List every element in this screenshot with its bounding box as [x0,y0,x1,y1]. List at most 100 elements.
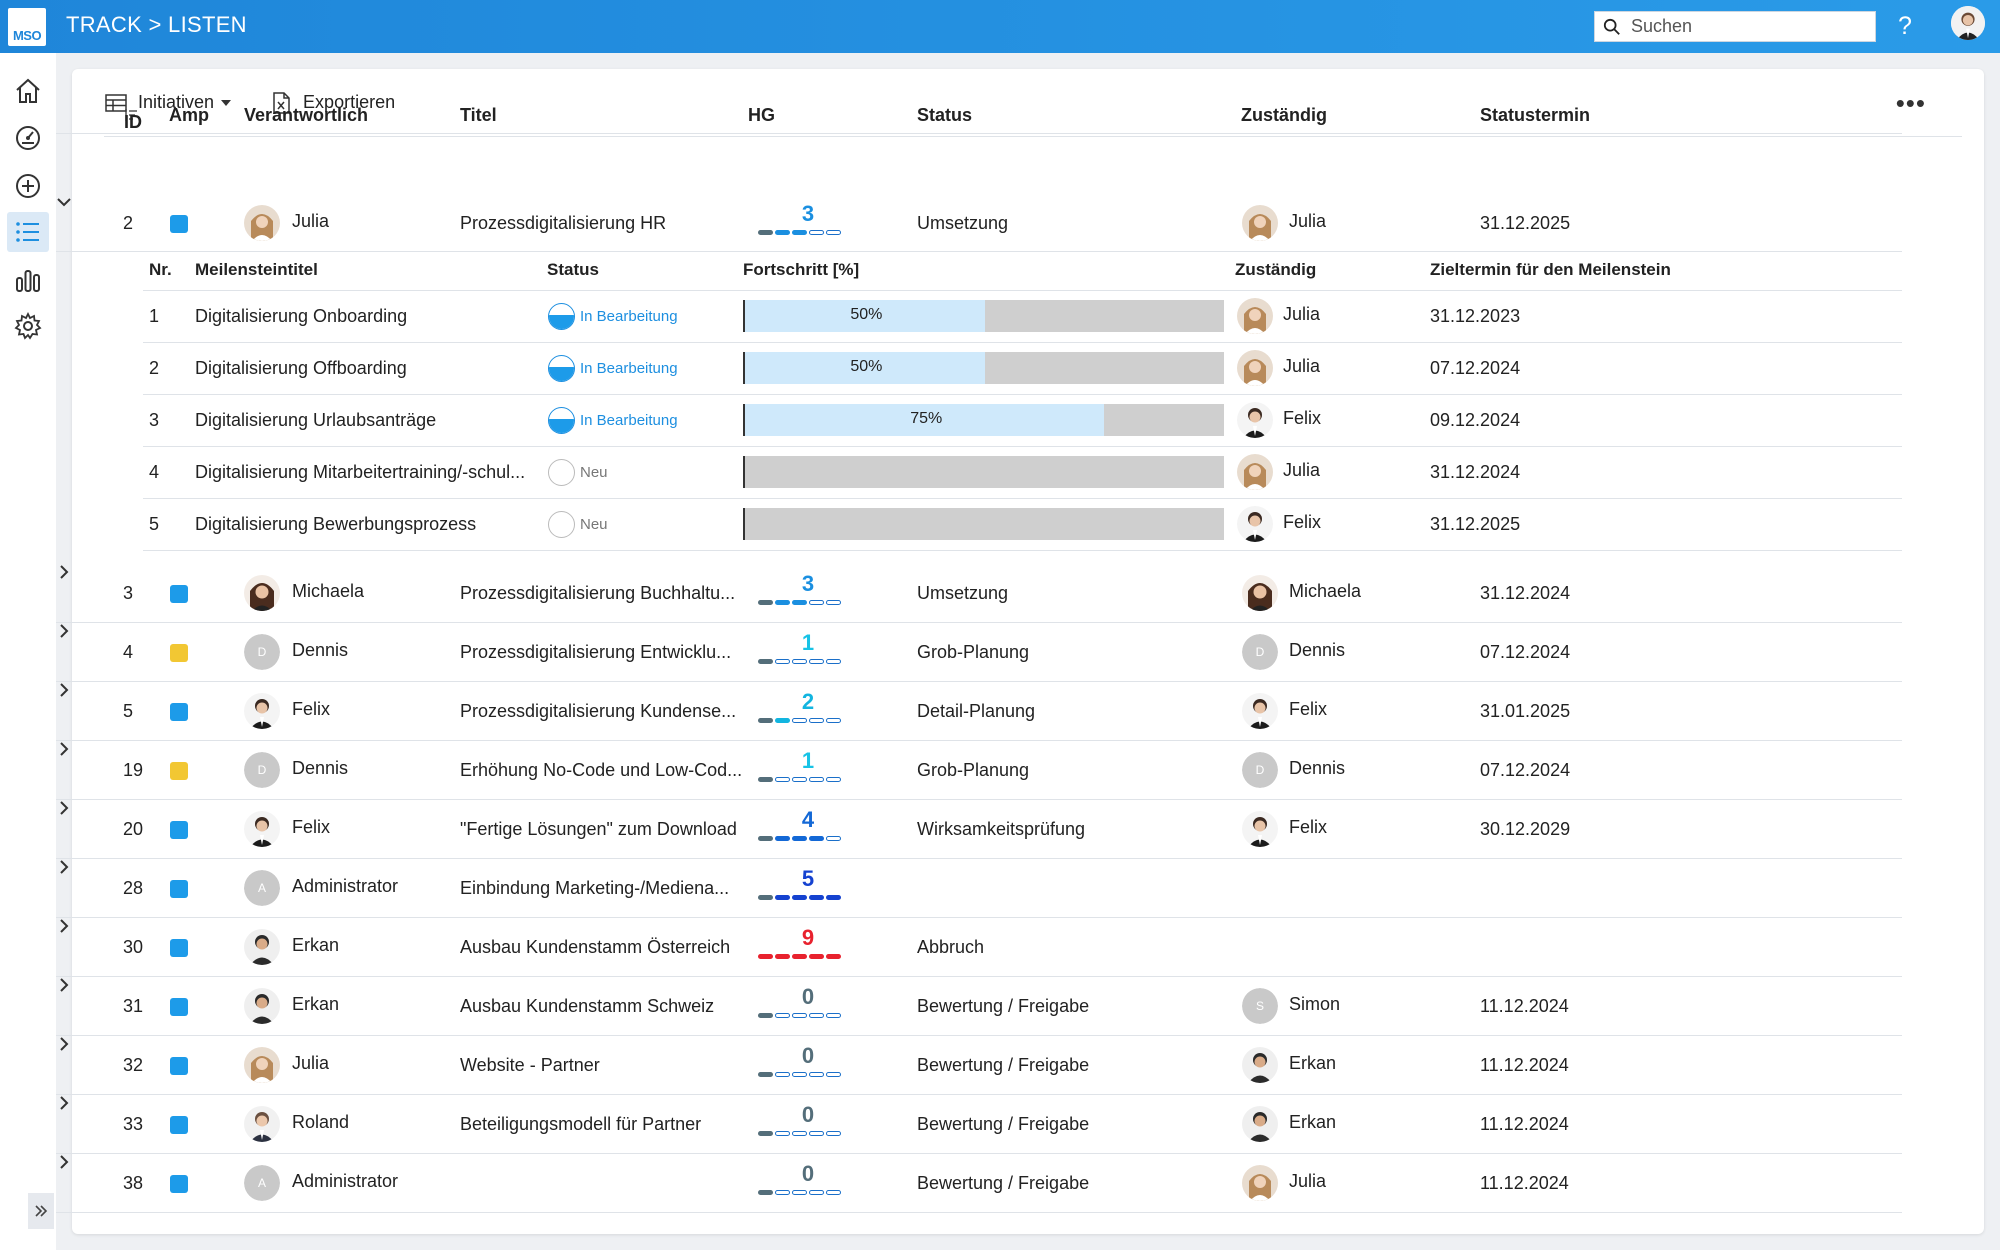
table-row[interactable]: 32 Julia Website - Partner 0 Bewertung / Fre… [56,1036,1902,1095]
col-id[interactable]: ID [124,105,142,132]
milestone-title[interactable]: Digitalisierung Urlaubsanträge [195,410,535,431]
initiative-title[interactable]: Einbindung Marketing-/Mediena... [460,878,750,899]
milestone-row[interactable]: 1 Digitalisierung Onboarding In Bearbeitun… [143,291,1902,343]
amp-indicator [170,585,188,603]
chevron-down-icon[interactable] [56,194,72,210]
chevron-right-icon[interactable] [56,800,72,816]
milestone-title[interactable]: Digitalisierung Onboarding [195,306,535,327]
hg-indicator: 1 [756,748,860,788]
chevron-right-icon[interactable] [56,1154,72,1170]
avatar [1242,575,1278,611]
search-input[interactable] [1631,16,1861,37]
double-chevron-right-icon [35,1205,48,1217]
col-resp[interactable]: Verantwortlich [244,105,368,126]
initiative-title[interactable]: Prozessdigitalisierung Entwicklu... [460,642,750,663]
milestone-date: 31.12.2023 [1430,306,1521,326]
progress-label: 75% [910,410,943,427]
col-zust[interactable]: Zuständig [1241,105,1327,126]
milestone-row[interactable]: 4 Digitalisierung Mitarbeitertraining/-sc… [143,447,1902,499]
initiative-title[interactable]: Ausbau Kundenstamm Schweiz [460,996,750,1017]
initiative-title[interactable]: Erhöhung No-Code und Low-Cod... [460,760,750,781]
row-id: 38 [123,1173,144,1193]
amp-indicator [170,939,188,957]
initiative-title[interactable]: Website - Partner [460,1055,750,1076]
search-box[interactable] [1594,11,1876,42]
hg-indicator: 2 [756,689,860,729]
chevron-right-icon[interactable] [56,623,72,639]
row-id: 2 [123,213,134,233]
initiative-title[interactable]: Prozessdigitalisierung Kundense... [460,701,750,722]
table-row[interactable]: 3 Michaela Prozessdigitalisierung Buchhalt… [56,564,1902,623]
col-status[interactable]: Status [917,105,972,126]
chevron-right-icon[interactable] [56,977,72,993]
user-avatar[interactable] [1951,6,1985,40]
milestone-assignee: Julia [1283,304,1321,324]
hg-segment [809,1190,824,1195]
amp-indicator [170,998,188,1016]
table-row[interactable]: 28 A Administrator Einbindung Marketing-/Me… [56,859,1902,918]
table-row[interactable]: 31 Erkan Ausbau Kundenstamm Schweiz 0 Bewert… [56,977,1902,1036]
initiative-title[interactable]: Prozessdigitalisierung HR [460,213,750,234]
status-date: 31.12.2025 [1480,213,1571,233]
avatar [244,811,280,847]
chevron-right-icon[interactable] [56,741,72,757]
table-row[interactable]: 2 Julia Prozessdigitalisierung HR 3 Umse… [56,194,1902,252]
help-icon[interactable]: ? [1898,12,1912,41]
table-row[interactable]: 20 Felix "Fertige Lösungen" zum Download 4 W… [56,800,1902,859]
col-amp[interactable]: Amp [169,105,209,126]
status-text: Umsetzung [917,213,1009,233]
table-row[interactable]: 30 Erkan Ausbau Kundenstamm Österreich 9 Abb… [56,918,1902,977]
milestone-row[interactable]: 2 Digitalisierung Offboarding In Bearbeitu… [143,343,1902,395]
milestone-row[interactable]: 5 Digitalisierung Bewerbungsprozess Neu Fel… [143,499,1902,551]
milestone-row[interactable]: 3 Digitalisierung Urlaubsanträge In Bearbe… [143,395,1902,447]
amp-indicator [170,1175,188,1193]
chevron-right-icon[interactable] [56,1036,72,1052]
chevron-right-icon[interactable] [56,1095,72,1111]
avatar [244,988,280,1024]
col-date[interactable]: Statustermin [1480,105,1590,126]
nav-lists[interactable] [7,212,49,252]
status-text: Bewertung / Freigabe [917,1114,1090,1134]
status-date: 11.12.2024 [1480,1114,1569,1134]
assignee-name: Erkan [1289,1053,1337,1073]
chevron-right-icon[interactable] [56,859,72,875]
hg-segment [809,1072,824,1077]
hg-segment [826,954,841,959]
milestone-title[interactable]: Digitalisierung Bewerbungsprozess [195,514,535,535]
hg-indicator: 0 [756,1161,860,1201]
hg-segment [809,659,824,664]
responsible-name: Michaela [292,581,365,601]
initiative-title[interactable]: Beteiligungsmodell für Partner [460,1114,750,1135]
expand-sidebar-button[interactable] [28,1193,54,1229]
avatar [244,205,280,241]
col-hg[interactable]: HG [748,105,775,126]
hg-segment [809,836,824,841]
progress-label: 50% [850,306,883,323]
app-logo[interactable]: MSO [8,8,46,46]
nav-home[interactable] [7,71,49,111]
col-title[interactable]: Titel [460,105,497,126]
hg-segment [792,1013,807,1018]
initiative-title[interactable]: Ausbau Kundenstamm Österreich [460,937,750,958]
initiative-title[interactable]: Prozessdigitalisierung Buchhaltu... [460,583,750,604]
nav-settings[interactable] [7,306,49,346]
chevron-right-icon[interactable] [56,682,72,698]
nav-reports[interactable] [7,260,49,300]
table-row[interactable]: 38 A Administrator 0 Bewertung / Freigabe Jul… [56,1154,1902,1213]
nav-dashboard[interactable] [7,118,49,158]
hg-segment [775,659,790,664]
hg-segment [826,777,841,782]
chevron-right-icon[interactable] [56,918,72,934]
table-row[interactable]: 4 D Dennis Prozessdigitalisierung Entwicklu… [56,623,1902,682]
table-row[interactable]: 5 Felix Prozessdigitalisierung Kundense...… [56,682,1902,741]
milestone-title[interactable]: Digitalisierung Mitarbeitertraining/-sch… [195,462,535,483]
hg-segment [792,718,807,723]
initiative-title[interactable]: "Fertige Lösungen" zum Download [460,819,750,840]
table-row[interactable]: 33 Roland Beteiligungsmodell für Partner 0 B… [56,1095,1902,1154]
hg-segments [758,230,843,235]
milestone-title[interactable]: Digitalisierung Offboarding [195,358,535,379]
nav-add[interactable] [7,166,49,206]
table-row[interactable]: 19 D Dennis Erhöhung No-Code und Low-Cod...… [56,741,1902,800]
hg-segment [792,659,807,664]
chevron-right-icon[interactable] [56,564,72,580]
